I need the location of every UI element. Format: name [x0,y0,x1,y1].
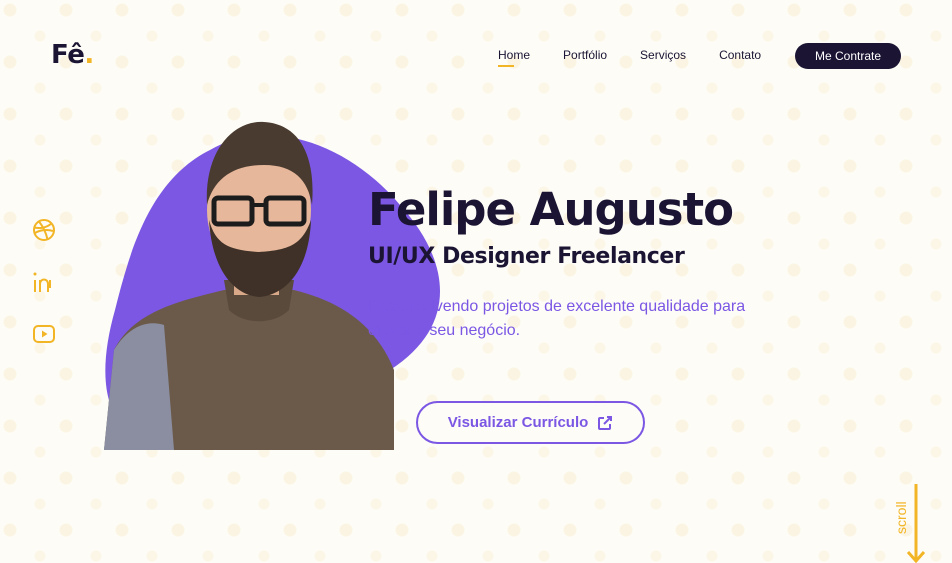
logo-text: Fê [51,40,85,70]
hero-name: Felipe Augusto [368,183,734,236]
hire-me-button[interactable]: Me Contrate [795,43,901,69]
nav-item-home[interactable]: Home [498,48,530,67]
nav-item-portfolio[interactable]: Portfólio [563,48,607,62]
arrow-down-icon[interactable] [906,484,926,563]
external-link-icon [598,415,613,430]
nav-item-services[interactable]: Serviços [640,48,686,62]
profile-photo [104,110,404,455]
youtube-icon[interactable] [32,323,56,345]
dribbble-icon[interactable] [32,218,56,242]
view-resume-label: Visualizar Currículo [447,414,589,431]
hero-description: Desenvolvendo projetos de excelente qual… [368,298,746,339]
view-resume-button[interactable]: Visualizar Currículo [416,401,645,444]
hero-role: UI/UX Designer Freelancer [368,244,685,269]
nav-item-contact[interactable]: Contato [719,48,761,62]
main-nav: Home Portfólio Serviços Contato [498,48,761,67]
logo[interactable]: Fê. [51,40,94,70]
logo-dot: . [84,40,94,70]
linkedin-icon[interactable] [32,270,56,294]
